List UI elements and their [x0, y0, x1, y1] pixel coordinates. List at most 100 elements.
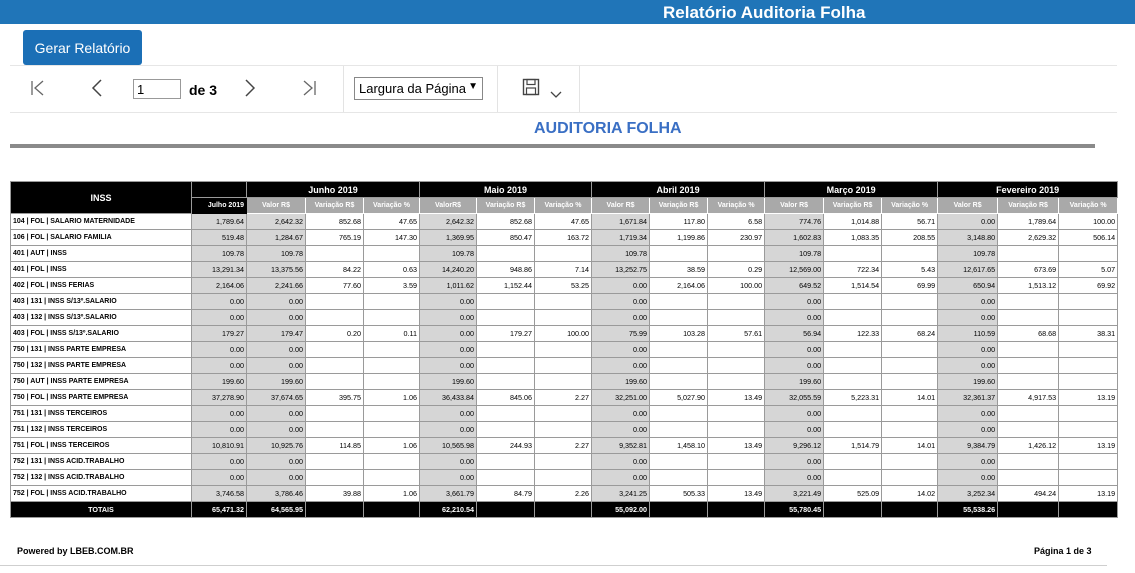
table-cell: 722.34: [823, 261, 883, 278]
table-cell: [649, 293, 709, 310]
table-cell: 14.01: [881, 437, 939, 454]
table-row: 403 | 132 | INSS S/13º.SALARIO 0.00 0.00 0.…: [10, 309, 1119, 326]
table-cell: 1,789.64: [997, 213, 1060, 230]
table-cell: 69.92: [1058, 277, 1119, 294]
total-cell: 55,538.26: [937, 501, 999, 518]
table-cell: 110.59: [937, 325, 999, 342]
table-cell: 0.00: [419, 309, 478, 326]
table-cell: 7.14: [534, 261, 593, 278]
table-cell: 2.27: [534, 389, 593, 406]
table-cell: 0.29: [707, 261, 766, 278]
table-cell: 53.25: [534, 277, 593, 294]
table-cell: 0.00: [246, 293, 306, 310]
row-label: 401 | AUT | INSS: [10, 245, 192, 262]
table-cell: 0.00: [591, 293, 651, 310]
blank-header-cell: [191, 181, 247, 198]
row-label: 104 | FOL | SALARIO MATERNIDADE: [10, 213, 192, 230]
table-row: 104 | FOL | SALARIO MATERNIDADE 1,789.64 2…: [10, 213, 1119, 230]
table-cell: 0.00: [419, 341, 478, 358]
table-row: 106 | FOL | SALARIO FAMILIA 519.48 1,284.6…: [10, 229, 1119, 246]
table-cell: 1.06: [362, 437, 421, 454]
table-cell: 84.22: [305, 261, 364, 278]
table-cell: [823, 293, 883, 310]
row-label: 401 | FOL | INSS: [10, 261, 192, 278]
table-cell: 0.00: [246, 357, 306, 374]
column-header: Variação R$: [823, 197, 883, 214]
table-row: 750 | 131 | INSS PARTE EMPRESA 0.00 0.00 0.…: [10, 341, 1119, 358]
table-cell: 1.06: [362, 389, 421, 406]
page-number-input[interactable]: [133, 79, 181, 99]
zoom-select[interactable]: Largura da Página ▼: [354, 77, 483, 100]
table-cell: 3,221.49: [764, 485, 825, 502]
bottom-divider: [0, 565, 1107, 566]
table-cell: [305, 309, 364, 326]
total-cell: [305, 501, 364, 518]
table-cell: 37,674.65: [246, 389, 306, 406]
table-cell: 1,513.12: [997, 277, 1060, 294]
table-cell: [1058, 341, 1119, 358]
table-cell: 9,352.81: [591, 437, 651, 454]
table-cell: 100.00: [534, 325, 593, 342]
table-cell: 3,252.34: [937, 485, 999, 502]
table-cell: 32,361.37: [937, 389, 999, 406]
table-cell: 519.48: [191, 229, 247, 246]
table-cell: 0.00: [246, 469, 306, 486]
table-cell: 0.00: [764, 341, 825, 358]
table-cell: 109.78: [591, 245, 651, 262]
table-cell: 179.47: [246, 325, 306, 342]
table-cell: [534, 421, 593, 438]
table-cell: 0.11: [362, 325, 421, 342]
table-cell: [707, 293, 766, 310]
table-cell: [881, 309, 939, 326]
table-cell: 0.00: [937, 357, 999, 374]
table-cell: 0.00: [246, 421, 306, 438]
table-cell: 109.78: [764, 245, 825, 262]
total-cell: [997, 501, 1060, 518]
table-cell: 6.58: [707, 213, 766, 230]
table-cell: [534, 293, 593, 310]
total-cell: 55,780.45: [764, 501, 825, 518]
table-cell: [823, 245, 883, 262]
table-cell: 199.60: [591, 373, 651, 390]
generate-report-button[interactable]: Gerar Relatório: [23, 30, 142, 65]
first-page-icon[interactable]: [30, 80, 46, 99]
table-cell: [707, 421, 766, 438]
table-cell: 14.02: [881, 485, 939, 502]
table-cell: 0.00: [419, 357, 478, 374]
table-cell: [823, 405, 883, 422]
chevron-down-icon[interactable]: [550, 84, 562, 102]
table-cell: [881, 405, 939, 422]
table-cell: [649, 421, 709, 438]
table-cell: 47.65: [362, 213, 421, 230]
table-cell: [1058, 373, 1119, 390]
last-page-icon[interactable]: [301, 80, 317, 99]
table-cell: [707, 453, 766, 470]
table-cell: [881, 469, 939, 486]
column-header: Variação R$: [476, 197, 536, 214]
month-header: Abril 2019: [591, 181, 766, 198]
zoom-select-value: Largura da Página: [359, 81, 466, 96]
table-cell: 230.97: [707, 229, 766, 246]
table-cell: 103.28: [649, 325, 709, 342]
next-page-icon[interactable]: [243, 79, 257, 100]
row-label: 751 | 132 | INSS TERCEIROS: [10, 421, 192, 438]
table-cell: 0.00: [246, 309, 306, 326]
total-cell: [649, 501, 709, 518]
table-cell: 774.76: [764, 213, 825, 230]
table-cell: 13.49: [707, 485, 766, 502]
prev-page-icon[interactable]: [90, 79, 104, 100]
section-title: INSS: [10, 181, 192, 214]
save-icon[interactable]: [522, 78, 540, 99]
table-cell: [707, 469, 766, 486]
table-cell: 0.00: [191, 469, 247, 486]
row-label: 750 | 131 | INSS PARTE EMPRESA: [10, 341, 192, 358]
table-cell: [881, 245, 939, 262]
table-cell: [534, 357, 593, 374]
table-cell: 0.00: [419, 453, 478, 470]
table-cell: [476, 373, 536, 390]
total-cell: [823, 501, 883, 518]
current-month-header: Julho 2019: [191, 197, 247, 214]
table-cell: 395.75: [305, 389, 364, 406]
table-cell: 1,199.86: [649, 229, 709, 246]
table-cell: [305, 293, 364, 310]
